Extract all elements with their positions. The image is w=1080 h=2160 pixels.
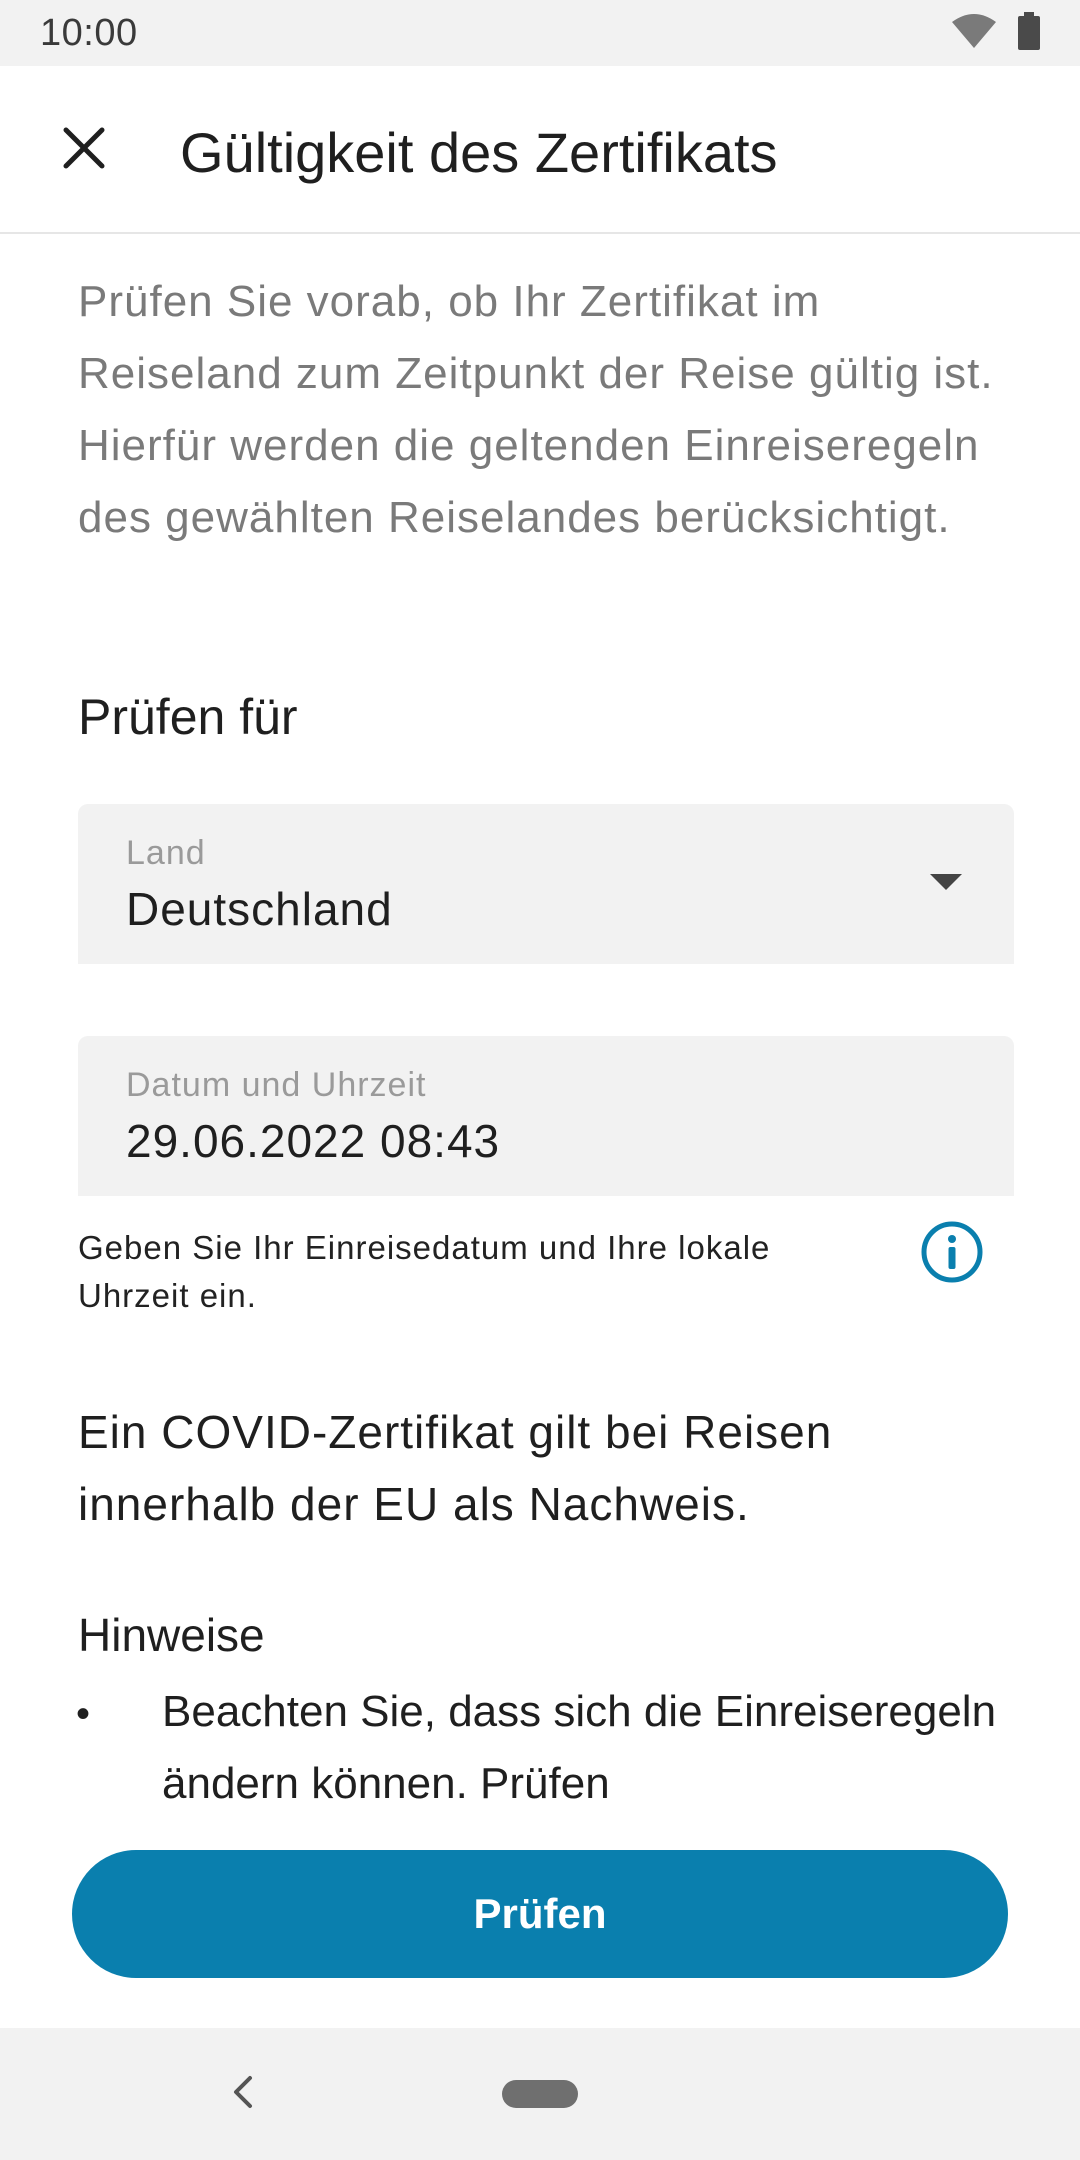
back-icon	[230, 2074, 254, 2115]
intro-text: Prüfen Sie vorab, ob Ihr Zertifikat im R…	[78, 277, 994, 542]
battery-icon	[1018, 11, 1040, 55]
close-icon	[62, 126, 106, 175]
country-label: Land	[126, 834, 206, 872]
status-time: 10:00	[40, 11, 138, 54]
country-value: Deutschland	[126, 883, 393, 935]
check-button[interactable]: Prüfen	[72, 1850, 1008, 1978]
eu-statement: Ein COVID-Zertifikat gilt bei Reisen inn…	[78, 1406, 833, 1530]
system-nav-bar	[0, 2028, 1080, 2160]
bullet-icon: •	[76, 1692, 91, 1736]
scroll-content[interactable]: Prüfen Sie vorab, ob Ihr Zertifikat im R…	[0, 236, 1080, 1804]
status-icons	[952, 11, 1040, 55]
wifi-icon	[952, 13, 996, 53]
bottom-action-area: Prüfen	[0, 1804, 1080, 2028]
info-icon[interactable]	[920, 1220, 984, 1284]
datetime-helper-text: Geben Sie Ihr Einreisedatum und Ihre lok…	[78, 1229, 771, 1314]
notes-title: Hinweise	[78, 1609, 265, 1661]
status-bar: 10:00	[0, 0, 1080, 66]
country-dropdown[interactable]: Land Deutschland	[78, 804, 1014, 964]
back-button[interactable]	[212, 2064, 272, 2124]
datetime-field[interactable]: Datum und Uhrzeit 29.06.2022 08:43	[78, 1036, 1014, 1196]
close-button[interactable]	[44, 110, 124, 190]
datetime-label: Datum und Uhrzeit	[126, 1066, 427, 1104]
check-for-title: Prüfen für	[78, 689, 298, 745]
datetime-value: 29.06.2022 08:43	[126, 1115, 501, 1167]
app-bar: Gültigkeit des Zertifikats	[0, 66, 1080, 234]
page-title: Gültigkeit des Zertifikats	[180, 121, 778, 184]
home-pill-icon[interactable]	[502, 2080, 578, 2108]
dropdown-arrow-icon	[930, 874, 962, 890]
note-item: Beachten Sie, dass sich die Einreiserege…	[162, 1687, 997, 1804]
